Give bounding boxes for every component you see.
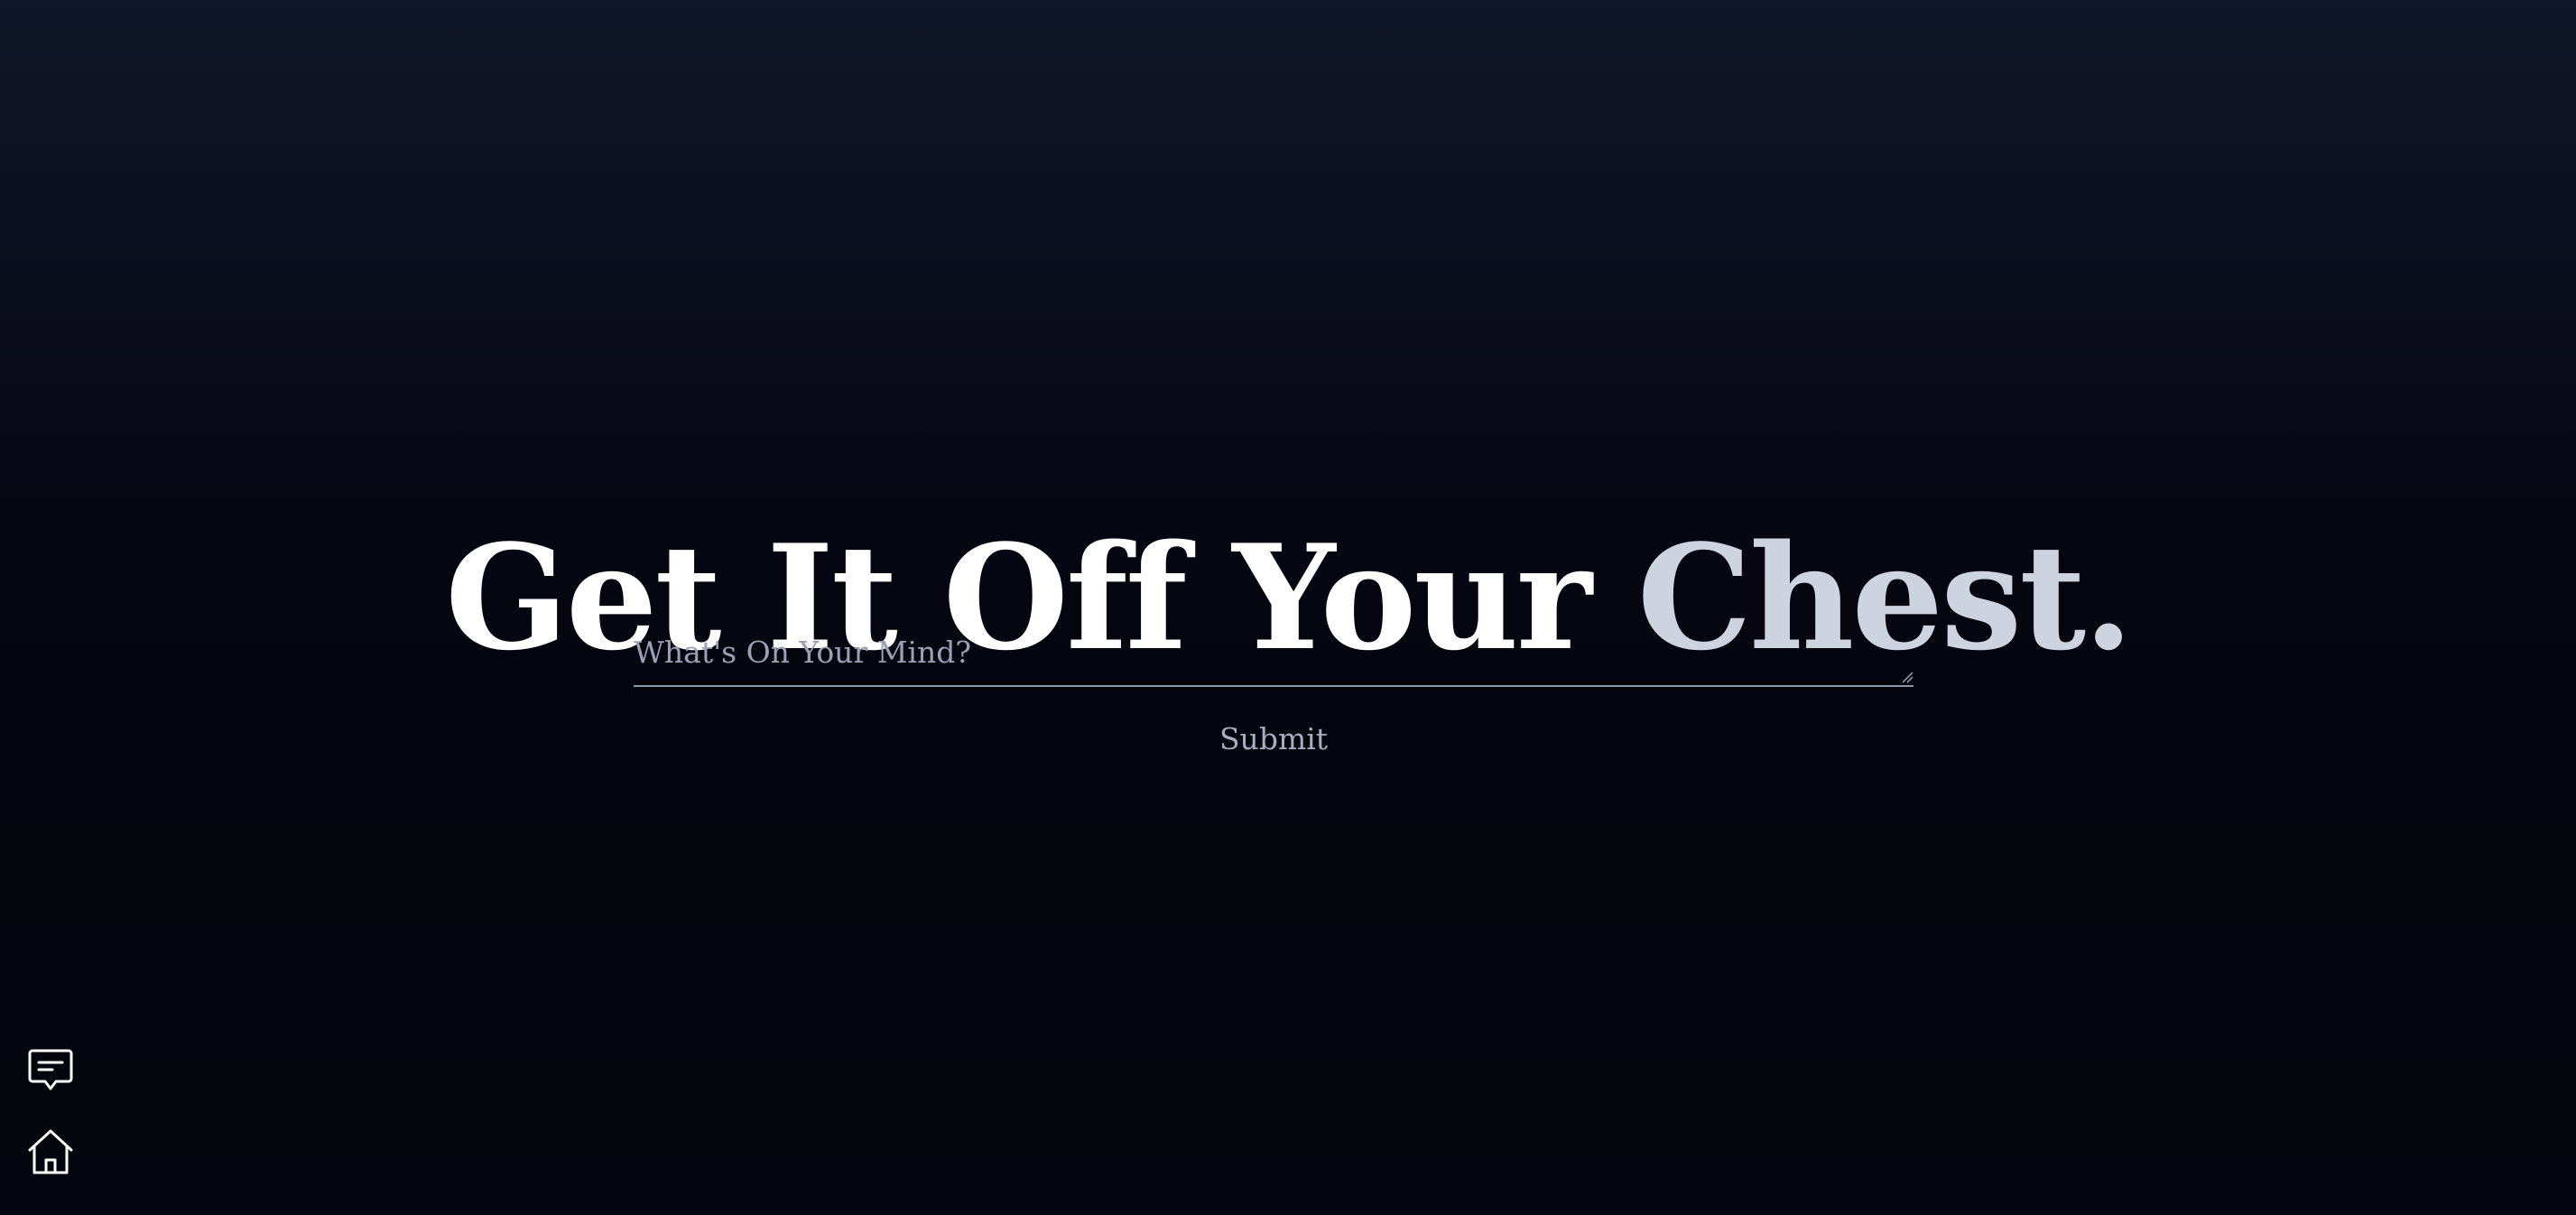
message-input[interactable] (634, 627, 1913, 685)
chat-bubble-icon[interactable] (25, 1045, 76, 1096)
resize-grip-icon[interactable] (1901, 671, 1913, 683)
submit-row: Submit (634, 718, 1913, 760)
confession-form: Submit (634, 627, 1913, 756)
home-icon[interactable] (25, 1127, 76, 1177)
message-field-wrapper (634, 627, 1913, 687)
submit-button[interactable]: Submit (1209, 718, 1339, 760)
